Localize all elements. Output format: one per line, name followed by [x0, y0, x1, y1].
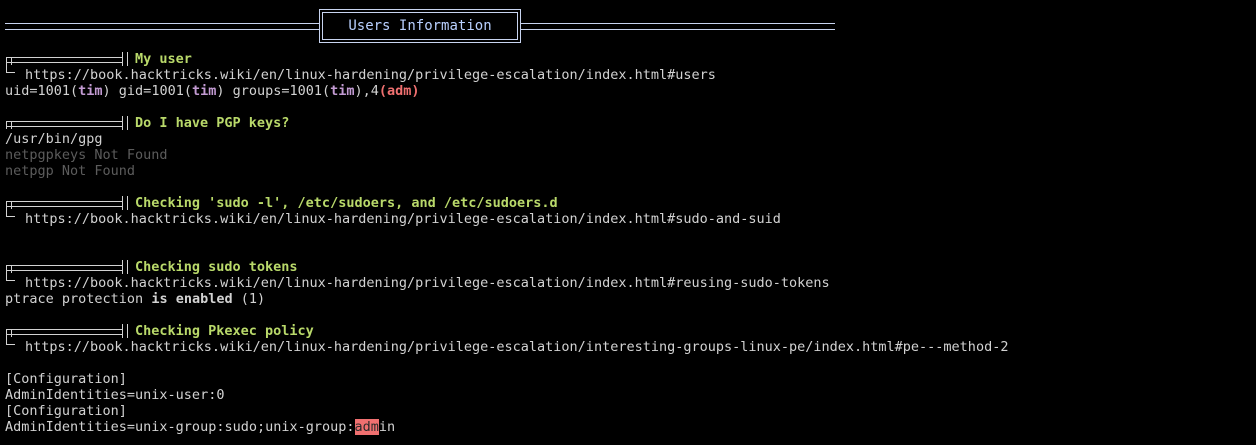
section-title: Checking 'sudo -l', /etc/sudoers, and /e…: [135, 195, 558, 211]
url-corner-icon: [6, 337, 15, 345]
banner-box: Users Information: [319, 9, 521, 43]
pkexec-admin-identities: AdminIdentities=unix-user:0: [5, 387, 225, 403]
banner-rule-left: [5, 23, 319, 30]
pgp-output-line: /usr/bin/gpg: [5, 131, 103, 147]
url-corner-icon: [6, 209, 15, 217]
highlighted-match: adm: [354, 419, 379, 435]
reference-link-sudo-and-suid[interactable]: https://book.hacktricks.wiki/en/linux-ha…: [25, 211, 781, 227]
banner-rule-right: [521, 23, 835, 30]
section-title: My user: [135, 51, 192, 67]
pgp-output-line: netpgp Not Found: [5, 163, 136, 179]
pgp-output-line: netpgpkeys Not Found: [5, 147, 168, 163]
section-title: Do I have PGP keys?: [135, 115, 290, 131]
pkexec-config-header: [Configuration]: [5, 403, 127, 419]
reference-link-users[interactable]: https://book.hacktricks.wiki/en/linux-ha…: [25, 67, 716, 83]
url-corner-icon: [6, 273, 15, 281]
section-title: Checking sudo tokens: [135, 259, 298, 275]
terminal-output: Users Information My user https://book.h…: [0, 0, 1256, 445]
pkexec-admin-identities: AdminIdentities=unix-group:sudo;unix-gro…: [5, 419, 396, 435]
ptrace-status: ptrace protection is enabled (1): [5, 291, 266, 307]
pkexec-config-header: [Configuration]: [5, 371, 127, 387]
user-id-output: uid=1001(tim) gid=1001(tim) groups=1001(…: [5, 83, 420, 99]
banner-title: Users Information: [348, 18, 492, 34]
reference-link-reusing-sudo-tokens[interactable]: https://book.hacktricks.wiki/en/linux-ha…: [25, 275, 830, 291]
url-corner-icon: [6, 65, 15, 73]
reference-link-pe-method-2[interactable]: https://book.hacktricks.wiki/en/linux-ha…: [25, 339, 1008, 355]
section-title: Checking Pkexec policy: [135, 323, 314, 339]
